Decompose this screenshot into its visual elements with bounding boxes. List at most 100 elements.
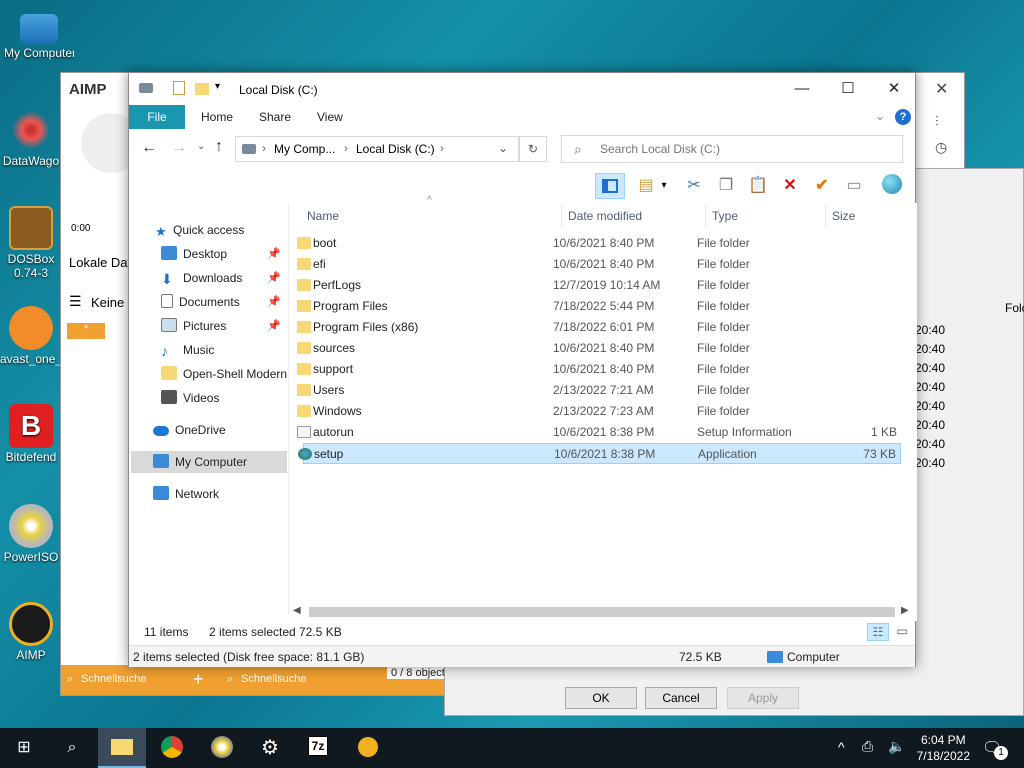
- tab-file[interactable]: File: [129, 105, 185, 129]
- pin-icon[interactable]: 📌: [267, 291, 281, 313]
- up-arrow-icon[interactable]: ↑: [215, 138, 223, 156]
- search-icon[interactable]: ⌕: [48, 728, 96, 768]
- desktop-icon-dosbox[interactable]: DOSBox 0.74-3: [0, 206, 62, 280]
- recent-chevron-icon[interactable]: ⌄: [197, 141, 205, 152]
- table-row[interactable]: Program Files 7/18/2022 5:44 PM File folde…: [297, 296, 901, 317]
- table-row[interactable]: efi 10/6/2021 8:40 PM File folder: [297, 254, 901, 275]
- desktop-icon-aimp[interactable]: AIMP: [0, 602, 62, 662]
- forward-arrow-icon[interactable]: →: [171, 139, 187, 157]
- nav-desktop[interactable]: Desktop 📌: [161, 243, 287, 265]
- address-bar[interactable]: › My Comp... › Local Disk (C:) › ⌄: [235, 136, 519, 162]
- paste-icon[interactable]: 📋: [745, 173, 771, 199]
- chevron-down-icon[interactable]: ▾: [215, 81, 220, 92]
- desktop-icon-poweriso[interactable]: PowerISO: [0, 504, 62, 564]
- refresh-button[interactable]: ↻: [519, 136, 547, 162]
- taskbar-clock[interactable]: 6:04 PM 7/18/2022: [917, 732, 970, 764]
- start-windows-icon[interactable]: ⊞: [0, 728, 48, 768]
- nav-my-computer[interactable]: My Computer: [131, 451, 287, 473]
- rename-icon[interactable]: ▭: [841, 173, 867, 199]
- desktop-icon-bitdefender[interactable]: B Bitdefend: [0, 404, 62, 464]
- column-name[interactable]: Name: [307, 209, 339, 223]
- maximize-button[interactable]: ☐: [825, 73, 871, 105]
- large-icons-view-icon[interactable]: ▭: [891, 623, 913, 641]
- note-icon[interactable]: ▤: [633, 173, 659, 199]
- globe-icon[interactable]: [879, 173, 905, 199]
- desktop-icon-avast[interactable]: avast_one_: [0, 306, 62, 366]
- column-type[interactable]: Type: [712, 209, 738, 223]
- chevron-down-icon[interactable]: ▾: [657, 173, 671, 199]
- desktop-icon-my-computer[interactable]: My Computer: [4, 12, 74, 60]
- tab-share[interactable]: Share: [245, 105, 305, 129]
- tab-home[interactable]: Home: [187, 105, 247, 129]
- tab-view[interactable]: View: [303, 105, 357, 129]
- volume-icon[interactable]: 🔈: [888, 738, 905, 755]
- aimp-search-2[interactable]: Schnellsuche: [241, 673, 306, 685]
- disc-icon[interactable]: [198, 728, 246, 768]
- table-row[interactable]: Windows 2/13/2022 7:23 AM File folder: [297, 401, 901, 422]
- chrome-icon[interactable]: [148, 728, 196, 768]
- navigation-pane-icon[interactable]: [595, 173, 625, 199]
- new-folder-icon[interactable]: [195, 83, 209, 95]
- table-row[interactable]: autorun 10/6/2021 8:38 PM Setup Informatio…: [297, 422, 901, 443]
- table-row[interactable]: Users 2/13/2022 7:21 AM File folder: [297, 380, 901, 401]
- aimp-search-1[interactable]: Schnellsuche: [81, 673, 146, 685]
- pin-icon[interactable]: 📌: [267, 267, 281, 289]
- close-button[interactable]: ✕: [871, 73, 917, 105]
- search-box[interactable]: ⌕: [561, 135, 903, 163]
- aimp-icon[interactable]: [344, 728, 392, 768]
- breadcrumb-item[interactable]: Local Disk (C:): [356, 142, 435, 156]
- nav-downloads[interactable]: ⬇ Downloads 📌: [161, 267, 287, 289]
- cancel-button[interactable]: Cancel: [645, 687, 717, 709]
- clock-icon[interactable]: ◷: [935, 139, 947, 156]
- chevron-up-icon[interactable]: ^: [838, 739, 845, 755]
- ok-button[interactable]: OK: [565, 687, 637, 709]
- checkmark-icon[interactable]: ✔: [809, 173, 835, 199]
- gear-icon[interactable]: ⚙: [246, 728, 294, 768]
- nav-videos[interactable]: Videos: [161, 387, 287, 409]
- chevron-down-icon[interactable]: ⌄: [875, 109, 885, 123]
- pin-icon[interactable]: 📌: [267, 315, 281, 337]
- cut-icon[interactable]: ✂: [681, 173, 707, 199]
- chevron-down-icon[interactable]: ⌄: [498, 141, 508, 155]
- bitdefender-icon: B: [9, 404, 53, 448]
- file-explorer-icon[interactable]: [98, 728, 146, 768]
- table-row[interactable]: sources 10/6/2021 8:40 PM File folder: [297, 338, 901, 359]
- copy-icon[interactable]: ❐: [713, 173, 739, 199]
- clock-date: 7/18/2022: [916, 749, 970, 763]
- details-view-icon[interactable]: ☷: [867, 623, 889, 641]
- aimp-tab[interactable]: Lokale Dat: [69, 255, 131, 270]
- close-icon[interactable]: ✕: [935, 79, 948, 99]
- menu-icon[interactable]: ☰: [69, 293, 82, 310]
- nav-documents[interactable]: Documents 📌: [161, 291, 287, 313]
- table-row[interactable]: Program Files (x86) 7/18/2022 6:01 PM File…: [297, 317, 901, 338]
- nav-music[interactable]: ♪ Music: [161, 339, 287, 361]
- nav-openshell[interactable]: Open-Shell Modern: [161, 363, 287, 385]
- table-row[interactable]: PerfLogs 12/7/2019 10:14 AM File folder: [297, 275, 901, 296]
- 7zip-icon[interactable]: 7z: [294, 728, 342, 768]
- pin-icon[interactable]: 📌: [267, 243, 281, 265]
- add-icon[interactable]: +: [193, 669, 204, 690]
- table-row[interactable]: setup 10/6/2021 8:38 PM Application 73 KB: [298, 443, 901, 464]
- delete-icon[interactable]: ✕: [777, 173, 803, 199]
- scroll-right-icon[interactable]: ▶: [901, 605, 909, 616]
- column-size[interactable]: Size: [832, 209, 855, 223]
- minimize-button[interactable]: —: [779, 73, 825, 105]
- breadcrumb-item[interactable]: My Comp...: [274, 142, 335, 156]
- column-date[interactable]: Date modified: [568, 209, 642, 223]
- horizontal-scrollbar[interactable]: ◀ ▶: [289, 603, 917, 621]
- properties-icon[interactable]: [173, 81, 185, 95]
- scroll-left-icon[interactable]: ◀: [293, 605, 301, 616]
- table-row[interactable]: support 10/6/2021 8:40 PM File folder: [297, 359, 901, 380]
- scroll-thumb[interactable]: [309, 607, 895, 617]
- search-input[interactable]: [600, 142, 890, 156]
- desktop-icon-datawago[interactable]: DataWago: [0, 108, 62, 168]
- table-row[interactable]: boot 10/6/2021 8:40 PM File folder: [297, 233, 901, 254]
- equalizer-icon[interactable]: ⫶: [935, 113, 939, 130]
- nav-pictures[interactable]: Pictures 📌: [161, 315, 287, 337]
- network-tray-icon[interactable]: ⎙: [862, 738, 873, 755]
- apply-button[interactable]: Apply: [727, 687, 799, 709]
- back-arrow-icon[interactable]: ←: [141, 139, 157, 157]
- title-bar[interactable]: ▾ Local Disk (C:) — ☐ ✕: [129, 73, 915, 105]
- help-icon[interactable]: ?: [895, 109, 911, 125]
- list-item: 20:40: [915, 380, 946, 394]
